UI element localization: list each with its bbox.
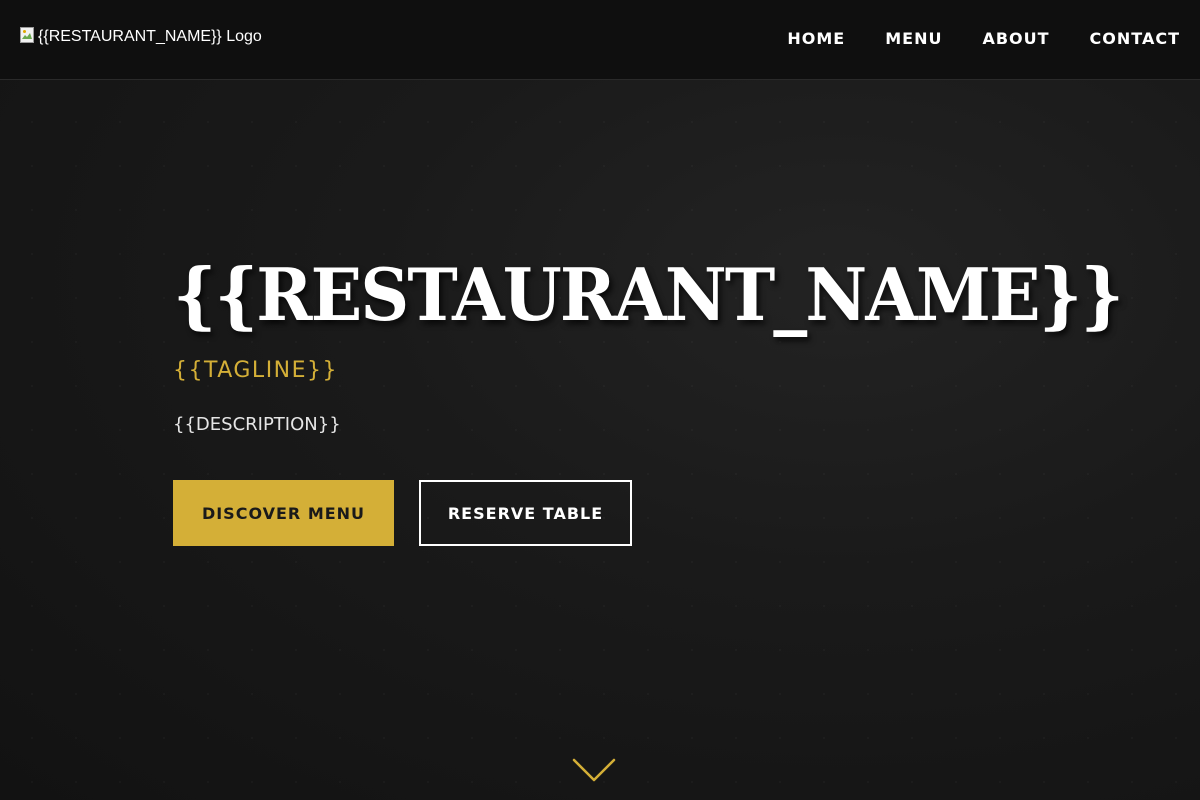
nav-item-home[interactable]: HOME: [787, 28, 845, 50]
logo-link[interactable]: {{RESTAURANT_NAME}} Logo: [20, 27, 262, 46]
page: {{RESTAURANT_NAME}} Logo HOME MENU ABOUT…: [0, 0, 1200, 800]
scroll-down-button[interactable]: [572, 756, 616, 786]
chevron-down-icon: [572, 758, 616, 782]
site-header: {{RESTAURANT_NAME}} Logo HOME MENU ABOUT…: [0, 0, 1200, 80]
hero-buttons: DISCOVER MENU RESERVE TABLE: [173, 480, 1073, 546]
main-nav: HOME MENU ABOUT CONTACT: [787, 28, 1180, 50]
discover-menu-button[interactable]: DISCOVER MENU: [173, 480, 394, 546]
hero-title: {{RESTAURANT_NAME}}: [173, 252, 1124, 337]
logo-alt-text: {{RESTAURANT_NAME}} Logo: [38, 28, 262, 45]
reserve-table-button[interactable]: RESERVE TABLE: [419, 480, 632, 546]
broken-image-icon: [20, 27, 36, 43]
hero-tagline: {{TAGLINE}}: [173, 358, 339, 383]
nav-item-about[interactable]: ABOUT: [982, 28, 1049, 50]
nav-item-menu[interactable]: MENU: [885, 28, 942, 50]
nav-item-contact[interactable]: CONTACT: [1090, 28, 1180, 50]
hero-description: {{DESCRIPTION}}: [173, 414, 341, 435]
hero-section: {{RESTAURANT_NAME}} {{TAGLINE}} {{DESCRI…: [173, 240, 1124, 546]
